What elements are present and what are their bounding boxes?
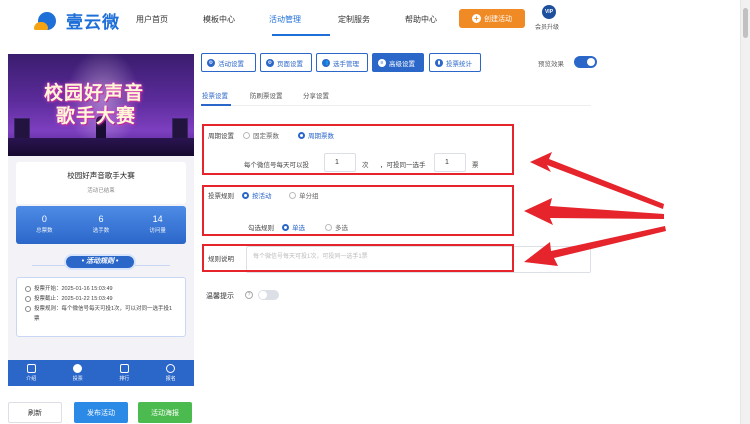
help-icon[interactable]: ?	[245, 291, 253, 299]
activity-info-card: 校园好声音歌手大赛 活动已结束	[16, 162, 186, 204]
nav-user-home[interactable]: 用户首页	[136, 14, 168, 25]
toggle-knob	[259, 291, 267, 299]
banner-title-line2: 歌手大赛	[56, 106, 137, 127]
stat-visits: 14 访问量	[129, 206, 186, 244]
info-icon	[25, 306, 31, 312]
create-activity-button[interactable]: + 创建活动	[459, 9, 525, 28]
nav-active-underline	[272, 34, 330, 36]
plus-icon: +	[472, 14, 481, 23]
highlight-box-cycle	[202, 124, 514, 175]
tab-vote-statistics[interactable]: ▮ 投票统计	[429, 53, 481, 72]
tab-label: 选手管理	[333, 60, 359, 68]
chart-icon	[119, 364, 129, 373]
vote-icon	[73, 364, 83, 373]
stat-label: 选手数	[92, 228, 110, 234]
highlight-box-vote-rule	[202, 185, 514, 236]
rule-start-text: 投票开始：2025-01-16 15:03:49	[34, 286, 113, 292]
stat-label: 总票数	[36, 228, 53, 234]
activity-poster-button[interactable]: 活动海报	[138, 402, 192, 423]
tab-label: 活动设置	[218, 60, 244, 68]
phone-preview: 校园好声音 歌手大赛 校园好声音歌手大赛 活动已结束 0 总票数 6 选手数 1…	[8, 54, 194, 386]
subtab-vote-settings[interactable]: 投票设置	[202, 90, 228, 100]
rule-vote: 投票规则：每个微信号每天可投1次，可以对同一选手投1票	[25, 304, 177, 324]
stat-label: 访问量	[149, 228, 166, 234]
bar-chart-icon: ▮	[435, 58, 443, 67]
tab-label: 页面设置	[277, 60, 303, 68]
create-activity-label: 创建活动	[484, 15, 512, 23]
rule-end: 投票截止：2025-01-22 15:03:49	[25, 294, 177, 304]
toggle-knob	[587, 58, 595, 66]
nav-custom-service[interactable]: 定制服务	[338, 14, 370, 25]
phone-nav-label: 投票	[72, 376, 83, 382]
phone-bottom-nav: 介绍 投票 排行 报名	[8, 360, 194, 386]
preview-effect-label: 预览效果	[538, 61, 564, 68]
clock-icon	[25, 286, 31, 292]
logo[interactable]: 壹云微	[34, 8, 120, 33]
stat-value: 6	[98, 214, 104, 224]
nav-help-center[interactable]: 帮助中心	[405, 14, 437, 25]
phone-nav-signup[interactable]: 报名	[148, 360, 195, 386]
refresh-button[interactable]: 刷新	[8, 402, 62, 423]
activity-rules-button[interactable]: • 活动规则 •	[64, 254, 136, 270]
rule-end-text: 投票截止：2025-01-22 15:03:49	[34, 296, 113, 302]
arrow-cycle	[530, 152, 664, 209]
warm-tip-toggle[interactable]	[258, 290, 279, 300]
subtab-active-underline	[201, 104, 231, 106]
rule-start: 投票开始：2025-01-16 15:03:49	[25, 284, 177, 294]
tab-label: 高级设置	[389, 60, 415, 68]
phone-nav-rank[interactable]: 排行	[101, 360, 148, 386]
phone-nav-vote[interactable]: 投票	[55, 360, 102, 386]
activity-status: 活动已结束	[87, 188, 115, 194]
logo-text: 壹云微	[66, 13, 120, 32]
banner-image: 校园好声音 歌手大赛	[8, 54, 194, 156]
clock-icon	[25, 296, 31, 302]
top-bar: 壹云微 用户首页 模板中心 活动管理 定制服务 帮助中心 + 创建活动 VIP …	[0, 0, 740, 42]
nav-template-center[interactable]: 模板中心	[203, 14, 235, 25]
stat-total-votes: 0 总票数	[16, 206, 73, 244]
activity-title: 校园好声音歌手大赛	[67, 171, 135, 180]
gear-icon: ⚙	[207, 58, 215, 67]
user-icon	[166, 364, 176, 373]
highlight-box-rule-desc	[202, 244, 514, 272]
users-icon: 👥	[322, 58, 330, 67]
phone-nav-intro[interactable]: 介绍	[8, 360, 55, 386]
tab-page-settings[interactable]: ⚙ 页面设置	[260, 53, 312, 72]
stage	[8, 138, 194, 156]
speaker-left	[14, 118, 30, 140]
stat-contestants: 6 选手数	[73, 206, 130, 244]
tab-label: 投票统计	[446, 60, 472, 68]
subtab-divider	[201, 105, 591, 106]
subtab-share-settings[interactable]: 分享设置	[303, 90, 329, 100]
warm-tip-label: 温馨提示	[206, 293, 234, 300]
nav-activity-management[interactable]: 活动管理	[269, 14, 301, 25]
vip-label: 会员升级	[534, 25, 559, 31]
preview-effect-toggle[interactable]	[574, 56, 597, 68]
stat-value: 14	[152, 214, 163, 224]
phone-nav-label: 排行	[119, 376, 130, 382]
tab-contestant-management[interactable]: 👥 选手管理	[316, 53, 368, 72]
vip-icon: VIP	[542, 5, 556, 19]
subtab-anti-fraud[interactable]: 防刷票设置	[250, 90, 283, 100]
phone-nav-label: 报名	[165, 376, 176, 382]
phone-nav-label: 介绍	[26, 376, 37, 382]
arrow-vote-rule	[524, 198, 664, 225]
scrollbar-thumb[interactable]	[743, 8, 748, 38]
document-icon	[26, 364, 36, 373]
tab-advanced-settings[interactable]: ≡ 高级设置	[372, 53, 424, 72]
logo-icon	[34, 10, 60, 32]
rule-vote-text: 投票规则：每个微信号每天可投1次，可以对同一选手投1票	[34, 306, 173, 322]
vip-upgrade[interactable]: VIP 会员升级	[535, 5, 561, 31]
rules-box: 投票开始：2025-01-16 15:03:49 投票截止：2025-01-22…	[16, 277, 186, 337]
publish-activity-button[interactable]: 发布活动	[74, 402, 128, 423]
stats-panel: 0 总票数 6 选手数 14 访问量	[16, 206, 186, 244]
stat-value: 0	[41, 214, 47, 224]
sliders-icon: ≡	[378, 58, 386, 67]
speaker-right	[172, 118, 188, 140]
page-scrollbar[interactable]	[740, 0, 750, 424]
tab-activity-settings[interactable]: ⚙ 活动设置	[201, 53, 256, 72]
gear-icon: ⚙	[266, 58, 274, 67]
